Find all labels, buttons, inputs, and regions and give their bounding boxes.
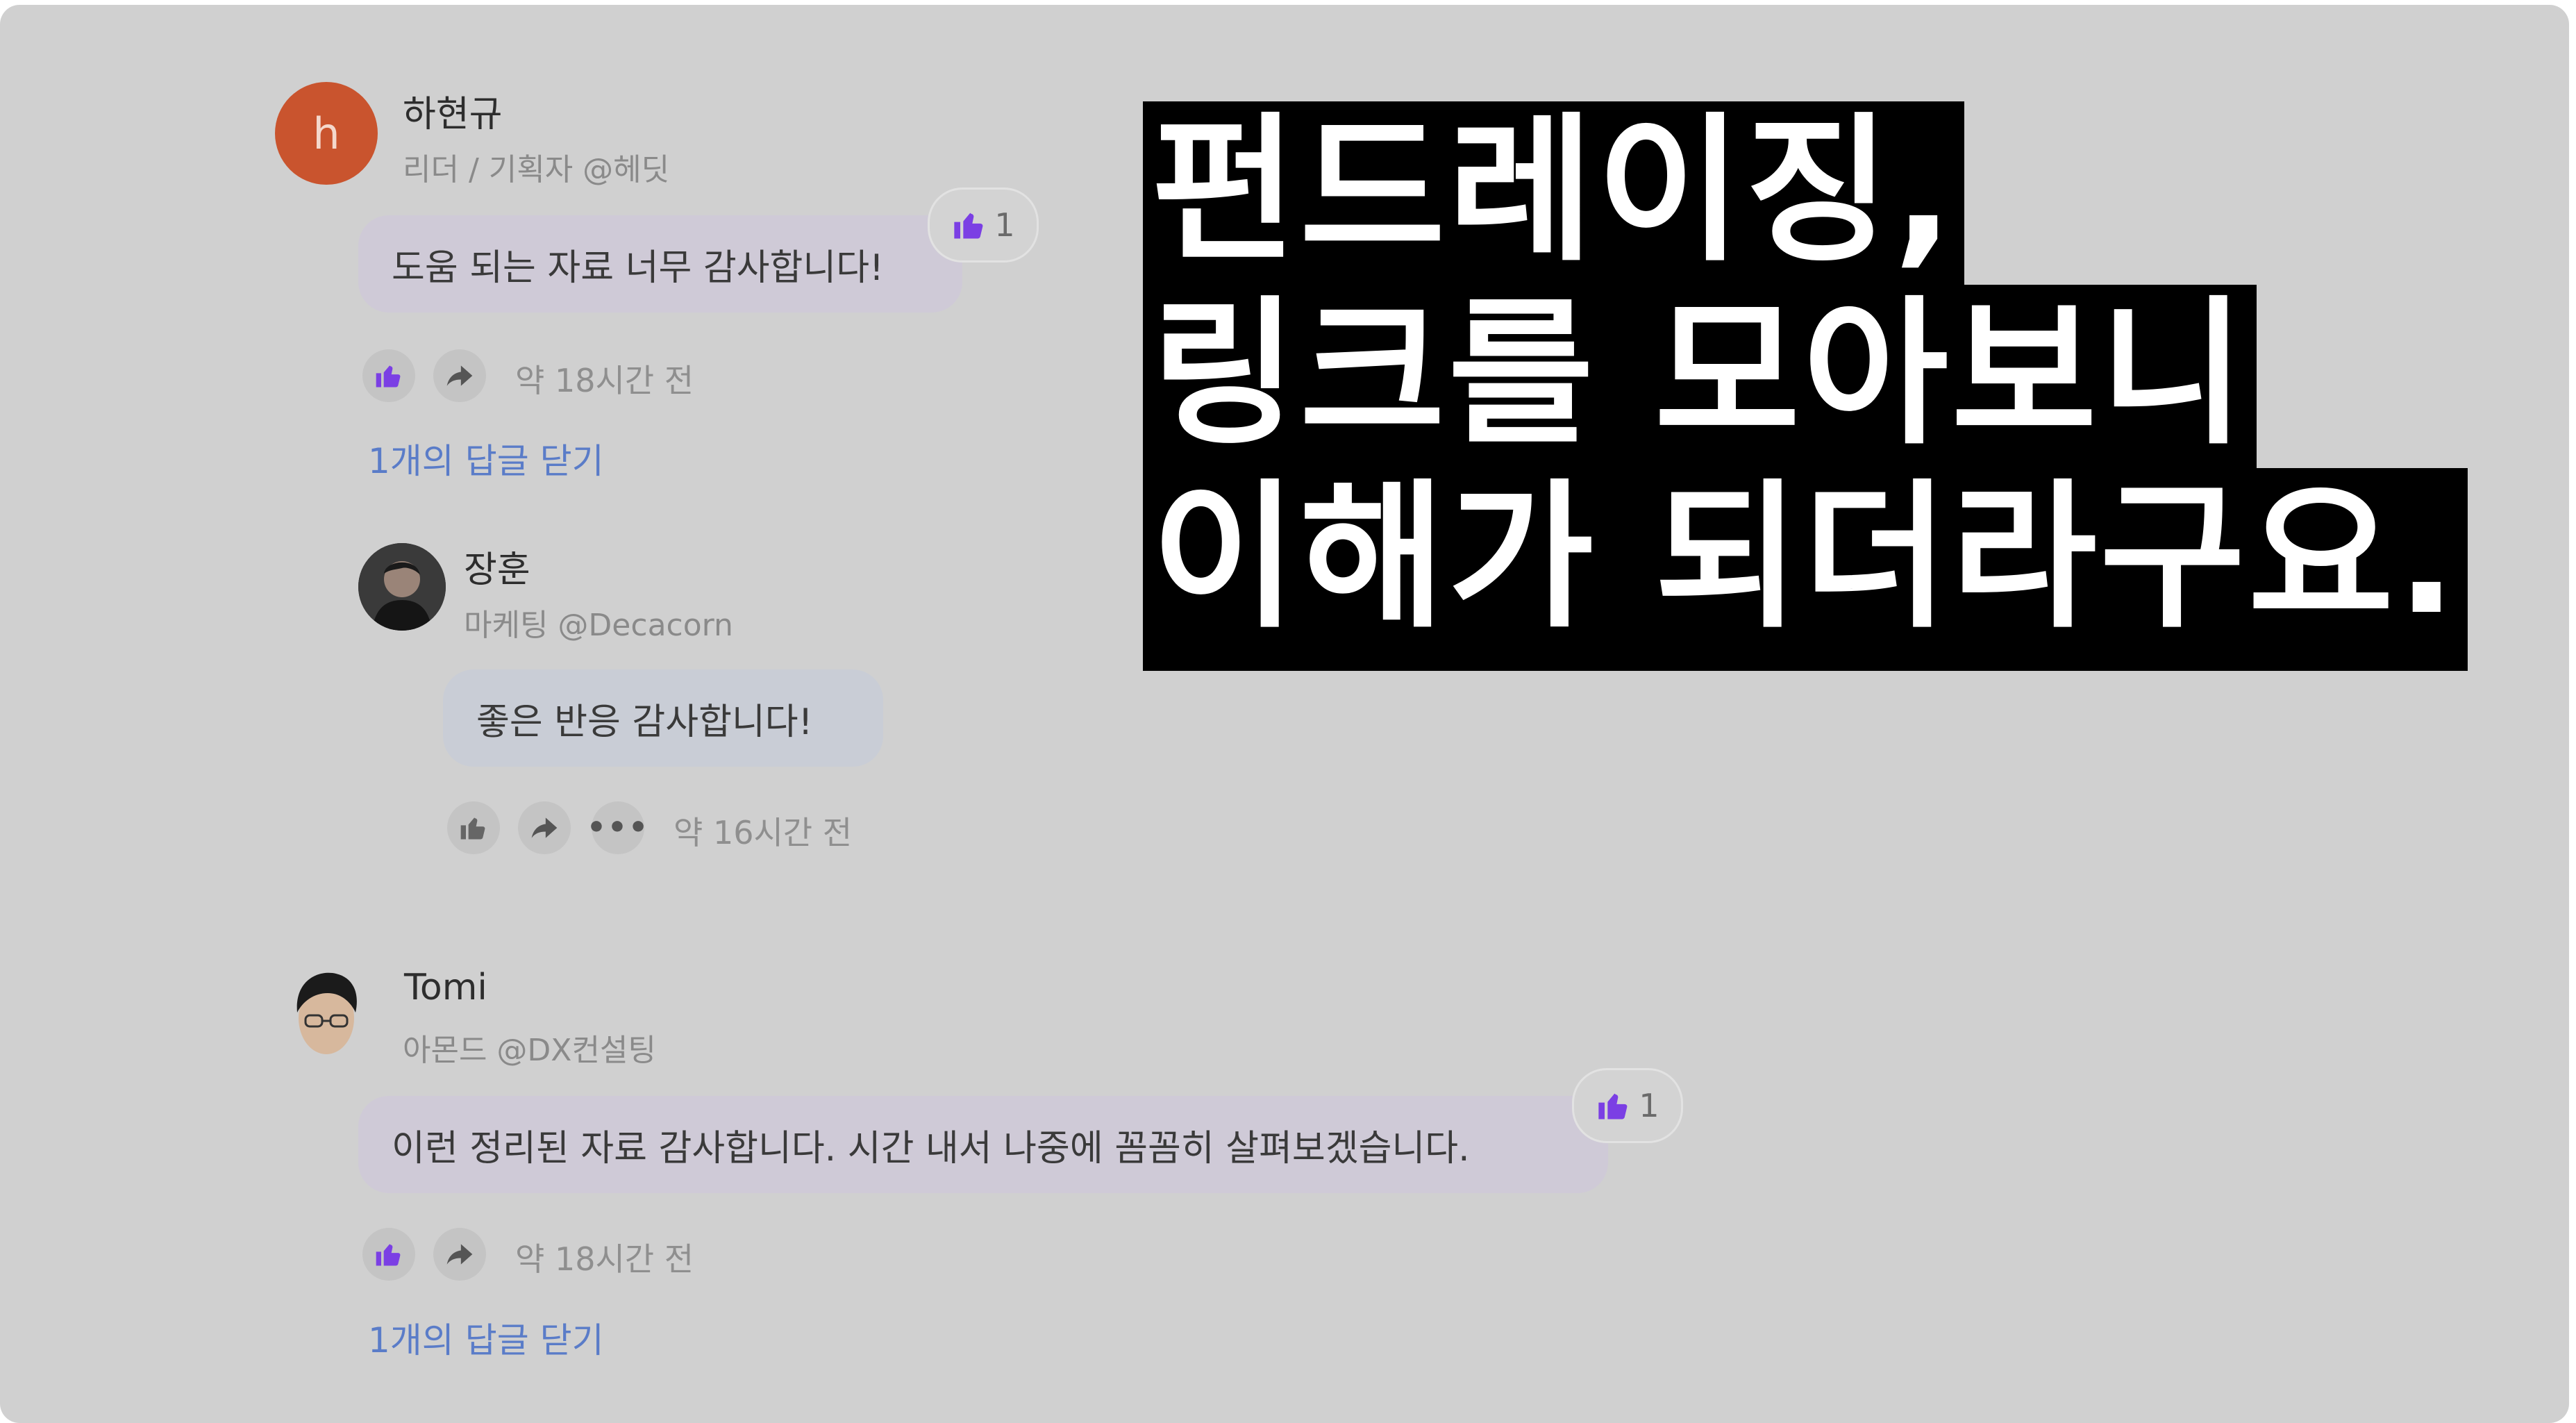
comment-text: 이런 정리된 자료 감사합니다. 시간 내서 나중에 꼼꼼히 살펴보겠습니다.: [392, 1127, 1470, 1170]
overlay-caption-line-3: 이해가 되더라구요.: [1143, 468, 2468, 671]
comment-text: 좋은 반응 감사합니다!: [476, 701, 813, 743]
thumbs-up-icon: [954, 213, 983, 239]
comment-author[interactable]: 하현규: [403, 85, 503, 137]
share-arrow-icon: [446, 365, 473, 386]
reaction-count-badge[interactable]: 1: [928, 188, 1039, 263]
comment-bubble: 좋은 반응 감사합니다!: [443, 669, 883, 767]
comment-timestamp: 약 18시간 전: [515, 362, 694, 399]
person-photo-icon: [296, 972, 357, 1054]
comment-timestamp: 약 18시간 전: [515, 1240, 694, 1278]
share-button[interactable]: [518, 801, 571, 854]
overlay-caption-line-1: 펀드레이징,: [1143, 101, 1965, 289]
avatar[interactable]: h: [275, 82, 378, 185]
comment-author-subtitle: 리더 / 기획자 @헤딧: [403, 152, 670, 188]
share-button[interactable]: [433, 1228, 486, 1281]
thumbs-up-icon: [376, 1244, 401, 1266]
share-arrow-icon: [446, 1244, 473, 1265]
person-photo-icon: [358, 543, 446, 631]
replies-toggle-link[interactable]: 1개의 답글 닫기: [368, 1313, 604, 1363]
like-button[interactable]: [362, 349, 415, 402]
reaction-count: 1: [994, 206, 1015, 244]
comment-author-subtitle: 아몬드 @DX컨설팅: [403, 1033, 656, 1068]
comment-bubble: 이런 정리된 자료 감사합니다. 시간 내서 나중에 꼼꼼히 살펴보겠습니다.: [358, 1096, 1608, 1193]
comment-author-subtitle: 마케팅 @Decacorn: [464, 608, 733, 643]
reaction-count: 1: [1639, 1087, 1659, 1124]
comment-author[interactable]: Tomi: [404, 967, 487, 1008]
avatar-letter: h: [312, 108, 340, 159]
reaction-count-badge[interactable]: 1: [1572, 1068, 1683, 1143]
like-button[interactable]: [447, 801, 500, 854]
like-button[interactable]: [362, 1228, 415, 1281]
share-button[interactable]: [433, 349, 486, 402]
thumbs-up-icon: [1598, 1093, 1628, 1120]
more-options-button[interactable]: •••: [587, 801, 648, 854]
comment-bubble: 도움 되는 자료 너무 감사합니다!: [358, 215, 962, 313]
comment-timestamp: 약 16시간 전: [674, 814, 853, 851]
comment-author[interactable]: 장훈: [464, 540, 530, 592]
thumbs-up-icon: [460, 817, 485, 840]
more-dots-icon: •••: [586, 810, 650, 845]
overlay-caption-line-2: 링크를 모아보니: [1143, 285, 2257, 472]
comment-text: 도움 되는 자료 너무 감사합니다!: [392, 247, 884, 289]
avatar[interactable]: [282, 961, 371, 1065]
thumbs-up-icon: [376, 365, 401, 388]
avatar[interactable]: [358, 543, 446, 631]
share-arrow-icon: [531, 817, 558, 838]
replies-toggle-link[interactable]: 1개의 답글 닫기: [368, 433, 604, 483]
